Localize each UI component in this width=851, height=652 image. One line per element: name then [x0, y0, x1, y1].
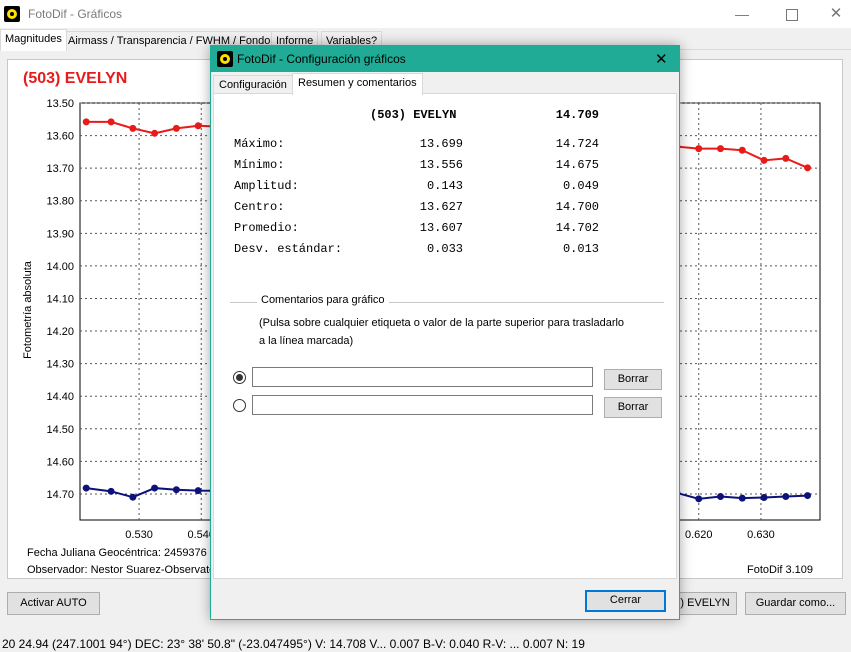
x-tick-label: 0.630 — [747, 529, 775, 541]
data-point — [107, 118, 115, 126]
summary-label-promedio[interactable]: Promedio: — [234, 221, 299, 235]
summary-value-centro-1[interactable]: 13.627 — [374, 200, 463, 214]
summary-label-maximo[interactable]: Máximo: — [234, 137, 284, 151]
y-tick-label: 13.80 — [46, 196, 74, 208]
dialog-app-icon — [217, 51, 233, 67]
data-point — [82, 118, 90, 126]
data-point — [760, 494, 768, 502]
data-point — [194, 487, 202, 495]
comments-note-line2: a la línea marcada) — [259, 335, 354, 347]
cerrar-button[interactable]: Cerrar — [585, 590, 666, 612]
data-point — [738, 146, 746, 154]
summary-value-amplitud-1[interactable]: 0.143 — [374, 179, 463, 193]
summary-value-minimo-2[interactable]: 14.675 — [514, 158, 599, 172]
status-bar: 20 24.94 (247.1001 94°) DEC: 23° 38' 50.… — [2, 637, 585, 651]
comment-line-2-input[interactable] — [252, 395, 593, 415]
summary-value-promedio-2[interactable]: 14.702 — [514, 221, 599, 235]
summary-label-desv[interactable]: Desv. estándar: — [234, 242, 342, 256]
y-tick-label: 14.60 — [46, 456, 74, 468]
comment-line-2-radio[interactable] — [233, 399, 246, 412]
borrar-line-1-button[interactable]: Borrar — [604, 369, 662, 390]
comment-line-1-input[interactable] — [252, 367, 593, 387]
config-graficos-dialog: FotoDif - Configuración gráficos ✕ Confi… — [210, 45, 680, 620]
data-point — [82, 484, 90, 492]
summary-value-maximo-2[interactable]: 14.724 — [514, 137, 599, 151]
y-tick-label: 14.20 — [46, 326, 74, 338]
dialog-titlebar: FotoDif - Configuración gráficos ✕ — [211, 46, 679, 72]
tab-magnitudes[interactable]: Magnitudes — [0, 29, 67, 51]
summary-value-desv-2[interactable]: 0.013 — [514, 242, 599, 256]
borrar-line-2-button[interactable]: Borrar — [604, 397, 662, 418]
data-point — [151, 484, 159, 492]
activar-auto-button[interactable]: Activar AUTO — [7, 592, 100, 615]
data-point — [129, 124, 137, 132]
summary-value-centro-2[interactable]: 14.700 — [514, 200, 599, 214]
summary-object-name[interactable]: (503) EVELYN — [370, 108, 456, 122]
summary-header-value[interactable]: 14.709 — [514, 108, 599, 122]
summary-label-amplitud[interactable]: Amplitud: — [234, 179, 299, 193]
comments-note-line1: (Pulsa sobre cualquier etiqueta o valor … — [259, 317, 625, 329]
data-point — [782, 154, 790, 162]
resumen-page: (503) EVELYN 14.709 Máximo: 13.699 14.72… — [213, 93, 677, 579]
dialog-close-button[interactable]: ✕ — [655, 50, 668, 68]
data-point — [129, 493, 137, 501]
data-point — [717, 493, 725, 501]
comments-group-title: Comentarios para gráfico — [257, 294, 389, 306]
data-point — [107, 487, 115, 495]
guardar-como-button[interactable]: Guardar como... — [745, 592, 846, 615]
summary-value-amplitud-2[interactable]: 0.049 — [514, 179, 599, 193]
dialog-tab-strip: Configuración Resumen y comentarios — [211, 72, 679, 95]
y-tick-label: 13.60 — [46, 131, 74, 143]
data-point — [760, 156, 768, 164]
y-tick-label: 13.50 — [46, 98, 74, 110]
y-tick-label: 13.70 — [46, 163, 74, 175]
data-point — [151, 129, 159, 137]
version-label: FotoDif 3.109 — [747, 564, 814, 576]
y-tick-label: 14.40 — [46, 391, 74, 403]
y-tick-label: 14.50 — [46, 424, 74, 436]
data-point — [804, 492, 812, 500]
summary-value-promedio-1[interactable]: 13.607 — [374, 221, 463, 235]
data-point — [172, 486, 180, 494]
summary-value-desv-1[interactable]: 0.033 — [374, 242, 463, 256]
data-point — [804, 164, 812, 172]
summary-value-maximo-1[interactable]: 13.699 — [374, 137, 463, 151]
y-tick-label: 14.00 — [46, 261, 74, 273]
y-tick-label: 14.30 — [46, 359, 74, 371]
julian-date-label: Fecha Juliana Geocéntrica: 2459376 + — [27, 547, 217, 559]
data-point — [717, 145, 725, 153]
data-point — [782, 493, 790, 501]
tab-configuracion[interactable]: Configuración — [213, 75, 293, 94]
dialog-title: FotoDif - Configuración gráficos — [237, 52, 406, 66]
y-tick-label: 13.90 — [46, 228, 74, 240]
x-tick-label: 0.620 — [685, 529, 713, 541]
x-tick-label: 0.530 — [125, 529, 153, 541]
data-point — [695, 495, 703, 503]
summary-label-minimo[interactable]: Mínimo: — [234, 158, 284, 172]
data-point — [695, 145, 703, 153]
summary-value-minimo-1[interactable]: 13.556 — [374, 158, 463, 172]
y-tick-label: 14.10 — [46, 293, 74, 305]
data-point — [738, 494, 746, 502]
data-point — [194, 122, 202, 130]
summary-label-centro[interactable]: Centro: — [234, 200, 284, 214]
tab-resumen-comentarios[interactable]: Resumen y comentarios — [292, 73, 423, 95]
comment-line-1-radio[interactable] — [233, 371, 246, 384]
data-point — [172, 124, 180, 132]
observer-label: Observador: Nestor Suarez-Observato — [27, 564, 216, 576]
y-tick-label: 14.70 — [46, 489, 74, 501]
